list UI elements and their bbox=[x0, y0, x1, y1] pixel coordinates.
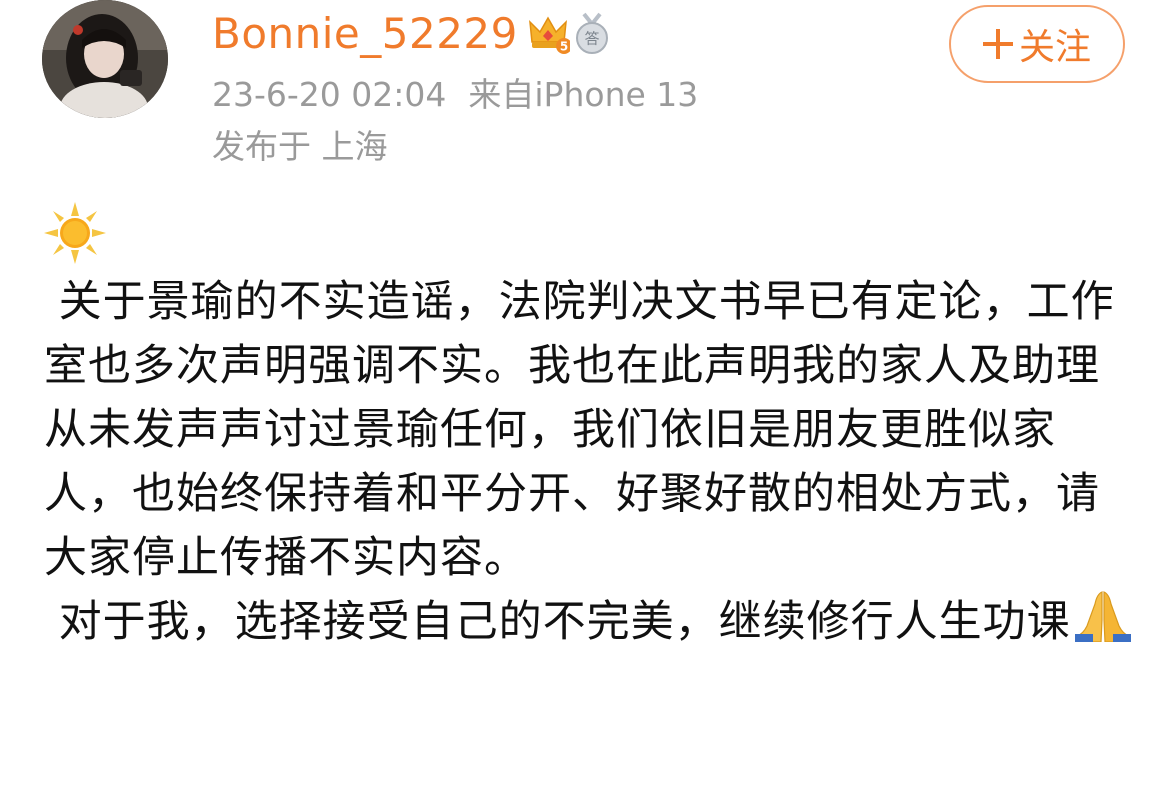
follow-button-label: 关注 bbox=[1018, 27, 1091, 68]
post-location: 发布于 上海 bbox=[212, 127, 388, 166]
vip-level: 5 bbox=[560, 40, 568, 54]
plus-icon bbox=[982, 29, 1013, 59]
medal-icon[interactable]: 答 bbox=[572, 12, 612, 56]
sun-icon bbox=[44, 202, 106, 264]
post-meta: 23-6-20 02:04 来自iPhone 13 bbox=[212, 78, 698, 111]
post-paragraph-2: 对于我，选择接受自己的不完美，继续修行人生功课 bbox=[44, 590, 1134, 654]
folded-hands-icon bbox=[1074, 591, 1131, 642]
post-timestamp: 23-6-20 02:04 bbox=[212, 75, 447, 114]
follow-button[interactable]: 关注 bbox=[949, 5, 1125, 83]
post-source: 来自iPhone 13 bbox=[468, 75, 699, 114]
avatar-image bbox=[42, 0, 168, 118]
avatar[interactable] bbox=[42, 0, 168, 118]
post-paragraph: 关于景瑜的不实造谣，法院判决文书早已有定论，工作室也多次声明强调不实。我也在此声… bbox=[44, 277, 1115, 583]
name-row: Bonnie_52229 5 答 bbox=[212, 6, 612, 62]
medal-char: 答 bbox=[584, 30, 599, 48]
post-body: 关于景瑜的不实造谣，法院判决文书早已有定论，工作室也多次声明强调不实。我也在此声… bbox=[44, 270, 1134, 654]
post-paragraph-text: 对于我，选择接受自己的不完美，继续修行人生功课 bbox=[44, 597, 1071, 647]
vip-crown-icon[interactable]: 5 bbox=[526, 12, 570, 56]
username[interactable]: Bonnie_52229 bbox=[212, 13, 518, 55]
weibo-post: Bonnie_52229 5 答 23-6-20 02:04 来自iPhone 1… bbox=[0, 0, 1170, 806]
